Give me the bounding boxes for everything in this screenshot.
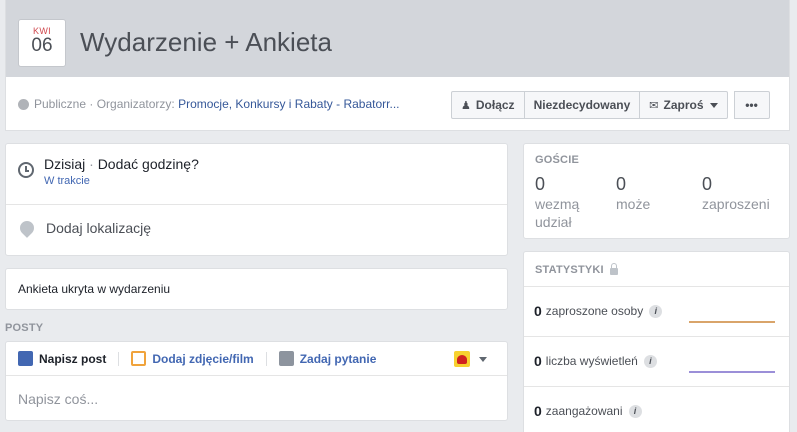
guests-maybe-count: 0: [616, 174, 627, 194]
guests-maybe-label: może: [616, 196, 651, 212]
guests-going-count: 0: [535, 174, 546, 194]
stat-invited-text: 0 zaproszone osoby i: [534, 303, 663, 319]
add-location-label: Dodaj lokalizację: [46, 220, 152, 236]
divider: [524, 386, 789, 387]
guests-invited-count: 0: [702, 174, 713, 194]
invite-button-label: Zaproś: [663, 98, 704, 112]
sparkline-views: [689, 371, 775, 373]
tab-write-post[interactable]: Napisz post: [18, 351, 106, 366]
statistics-title-label: STATYSTYKI: [535, 264, 604, 276]
event-time-row: Dzisiaj · Dodać godzinę? W trakcie: [18, 156, 199, 187]
stat-views-text: 0 liczba wyświetleń i: [534, 353, 657, 369]
event-day: Dzisiaj: [44, 156, 86, 172]
statistics-card: STATYSTYKI 0 zaproszone osoby i 0 liczba…: [523, 251, 790, 432]
more-options-button[interactable]: •••: [733, 91, 770, 119]
event-header: KWI 06 Wydarzenie + Ankieta Publiczne · …: [5, 0, 790, 131]
stat-invited-value: 0: [534, 303, 542, 319]
event-status: W trakcie: [44, 175, 90, 187]
maybe-button-label: Niezdecydowany: [533, 98, 631, 112]
info-icon[interactable]: i: [649, 304, 663, 318]
guests-going-label: wezmą: [535, 196, 580, 212]
guests-invited-label: zaproszeni: [702, 196, 770, 212]
event-date-box: KWI 06: [18, 19, 66, 67]
sparkline-invited: [689, 321, 775, 323]
maybe-button[interactable]: Niezdecydowany: [523, 91, 641, 119]
join-button[interactable]: ♟ Dołącz: [451, 91, 525, 119]
stat-views-label: liczba wyświetleń: [545, 354, 638, 368]
info-icon[interactable]: i: [643, 354, 657, 368]
poll-label: Ankieta ukryta w wydarzeniu: [18, 282, 171, 296]
question-list-icon: [278, 351, 294, 366]
event-time: Dzisiaj · Dodać godzinę?: [44, 156, 199, 172]
join-button-label: Dołącz: [475, 98, 515, 112]
stat-engaged-value: 0: [534, 403, 542, 419]
tab-ask-question-label: Zadaj pytanie: [299, 351, 377, 366]
post-composer: Napisz post Dodaj zdjęcie/film Zadaj pyt…: [5, 341, 508, 421]
divider: [524, 336, 789, 337]
pencil-icon: [18, 351, 33, 366]
guests-maybe[interactable]: 0 może: [616, 174, 650, 213]
stat-engaged-label: zaangażowani: [545, 404, 623, 418]
stat-row-invited: 0 zaproszone osoby i: [524, 286, 789, 336]
event-privacy-organizers: Publiczne · Organizatorzy:: [34, 97, 175, 111]
stat-row-engaged: 0 zaangażowani i: [524, 386, 789, 432]
stat-row-views: 0 liczba wyświetleń i: [524, 336, 789, 386]
poll-card: Ankieta ukryta w wydarzeniu: [5, 268, 508, 310]
tab-ask-question[interactable]: Zadaj pytanie: [278, 351, 377, 366]
person-icon: ♟: [461, 99, 471, 112]
add-time-link[interactable]: Dodać godzinę?: [98, 156, 199, 172]
post-input[interactable]: Napisz coś...: [18, 391, 98, 407]
event-actions: ♟ Dołącz Niezdecydowany ✉ Zaproś •••: [451, 91, 770, 119]
divider: [6, 204, 507, 205]
posts-section-title: POSTY: [5, 322, 44, 334]
info-icon[interactable]: i: [628, 404, 642, 418]
statistics-title: STATYSTYKI: [535, 262, 618, 276]
event-details-card: Dzisiaj · Dodać godzinę? W trakcie Dodaj…: [5, 143, 508, 256]
clock-icon: [18, 162, 34, 178]
stat-invited-label: zaproszone osoby: [545, 304, 644, 318]
guests-title: GOŚCIE: [535, 154, 579, 166]
envelope-icon: ✉: [649, 99, 659, 112]
guests-card: GOŚCIE 0 wezmą udział 0 może 0 zaproszen…: [523, 143, 790, 239]
divider: [524, 286, 789, 287]
photo-icon: [131, 351, 147, 366]
chevron-down-icon: [709, 102, 718, 108]
event-title: Wydarzenie + Ankieta: [80, 27, 332, 57]
guests-invited[interactable]: 0 zaproszeni: [702, 174, 770, 213]
guests-going-label-2: udział: [535, 214, 572, 230]
map-pin-icon: [17, 218, 37, 238]
invite-button[interactable]: ✉ Zaproś: [639, 91, 728, 119]
chevron-down-icon: [479, 356, 487, 362]
globe-icon: [18, 98, 29, 110]
post-as-selector[interactable]: [454, 351, 487, 367]
avatar: [454, 351, 470, 367]
lock-icon: [609, 262, 618, 275]
event-meta: Publiczne · Organizatorzy: Promocje, Kon…: [18, 97, 400, 111]
tab-separator: [118, 351, 120, 366]
more-options-label: •••: [745, 98, 758, 112]
guests-going[interactable]: 0 wezmą udział: [535, 174, 579, 231]
composer-tabs: Napisz post Dodaj zdjęcie/film Zadaj pyt…: [6, 342, 507, 376]
stat-engaged-text: 0 zaangażowani i: [534, 403, 642, 419]
tab-add-photo-video[interactable]: Dodaj zdjęcie/film: [131, 351, 254, 366]
time-separator: ·: [89, 156, 94, 172]
tab-add-photo-video-label: Dodaj zdjęcie/film: [152, 351, 254, 366]
organizer-link[interactable]: Promocje, Konkursy i Rabaty - Rabatorr..…: [178, 97, 399, 111]
add-location-row[interactable]: Dodaj lokalizację: [17, 218, 152, 238]
stat-views-value: 0: [534, 353, 542, 369]
tab-write-post-label: Napisz post: [39, 351, 107, 366]
tab-separator: [265, 351, 267, 366]
event-date-day: 06: [31, 35, 53, 56]
